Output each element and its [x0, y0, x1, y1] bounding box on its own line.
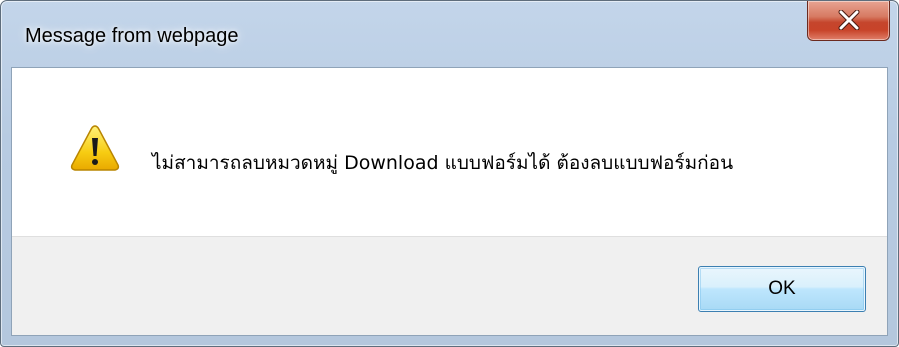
- close-button[interactable]: [807, 1, 890, 41]
- dialog-window: Message from webpage ไม่สามารถลบหมวดหมู่…: [0, 0, 899, 347]
- button-bar: OK: [12, 236, 887, 335]
- message-area: ไม่สามารถลบหมวดหมู่ Download แบบฟอร์มได้…: [12, 68, 887, 236]
- warning-icon: [70, 125, 120, 171]
- title-bar[interactable]: Message from webpage: [1, 1, 898, 67]
- ok-button[interactable]: OK: [698, 266, 866, 312]
- dialog-body: ไม่สามารถลบหมวดหมู่ Download แบบฟอร์มได้…: [11, 67, 888, 336]
- close-icon: [838, 10, 860, 30]
- dialog-title: Message from webpage: [25, 25, 239, 47]
- dialog-message: ไม่สามารถลบหมวดหมู่ Download แบบฟอร์มได้…: [152, 152, 734, 174]
